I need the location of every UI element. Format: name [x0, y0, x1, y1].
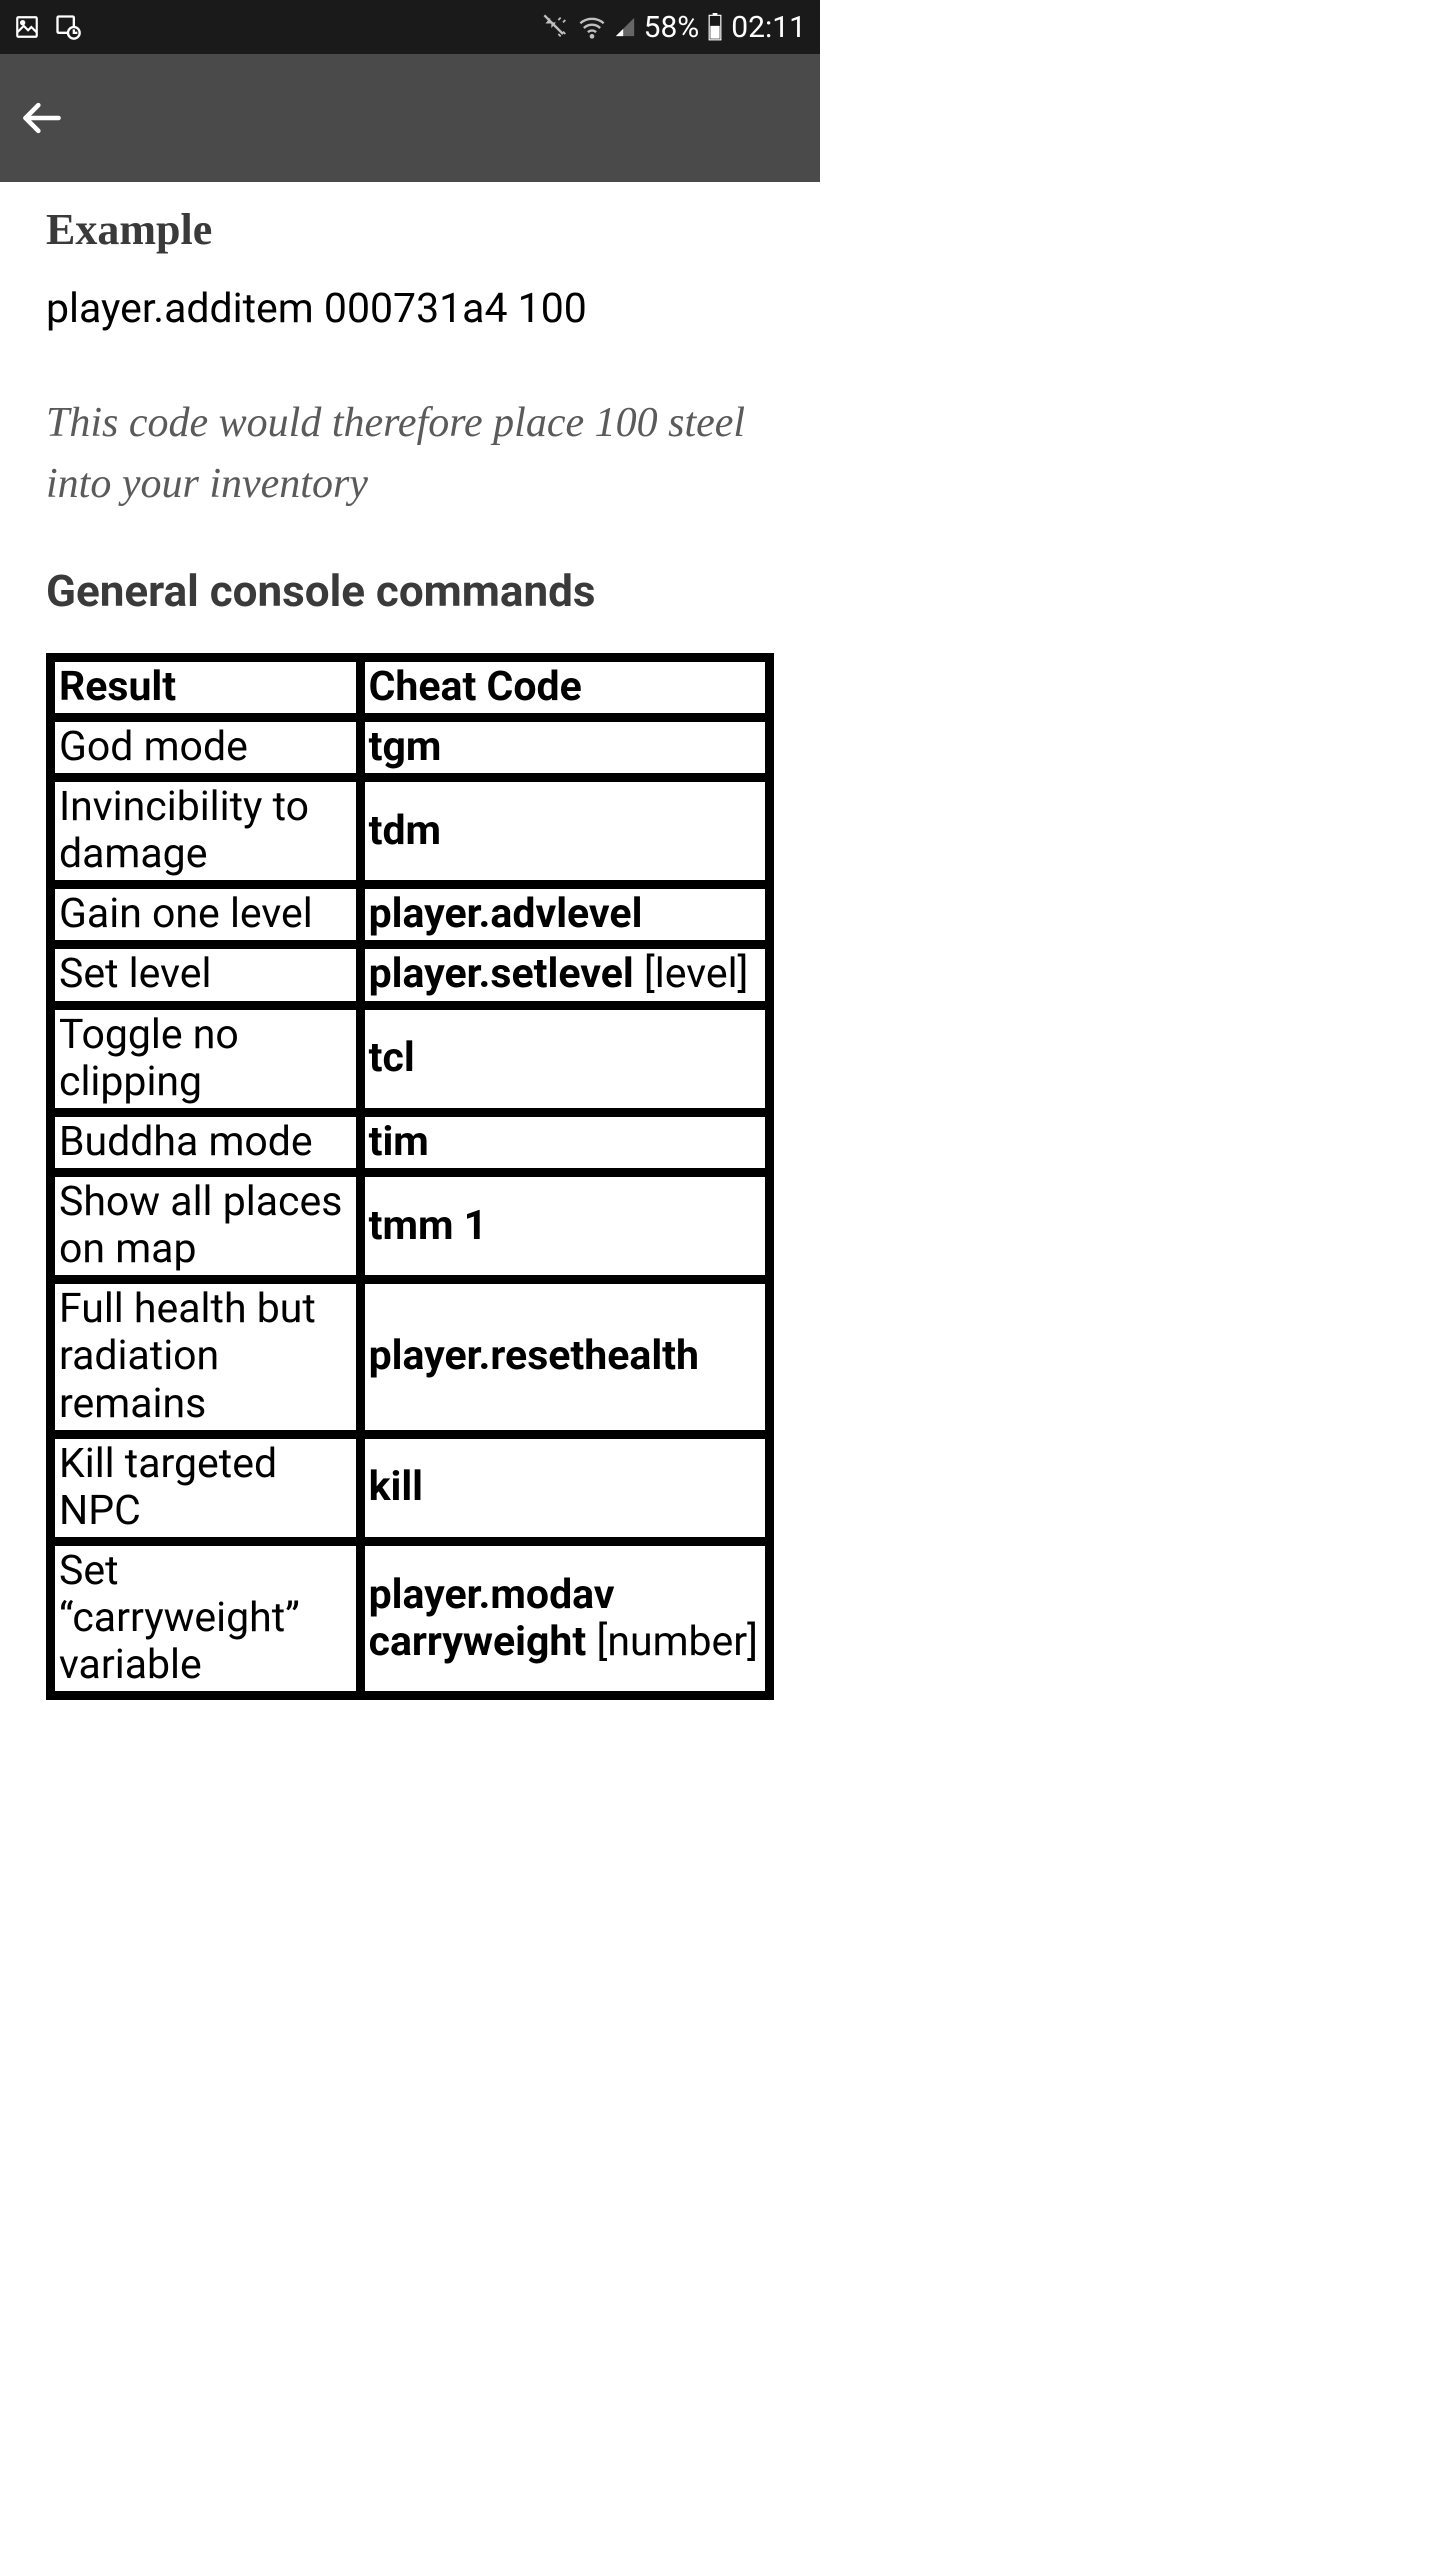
- table-row: Show all places on maptmm 1: [52, 1174, 768, 1278]
- example-heading: Example: [46, 204, 774, 255]
- result-cell: Kill targeted NPC: [52, 1436, 359, 1540]
- vibrate-icon: [542, 13, 570, 41]
- cheat-code-bold: player.modav carryweight: [369, 1571, 615, 1666]
- result-cell: Buddha mode: [52, 1114, 359, 1171]
- result-cell: Show all places on map: [52, 1174, 359, 1278]
- table-row: Gain one levelplayer.advlevel: [52, 886, 768, 943]
- result-cell: Set “carryweight” variable: [52, 1543, 359, 1694]
- cheat-cell: player.advlevel: [362, 886, 768, 943]
- table-row: God modetgm: [52, 719, 768, 776]
- cheat-code-bold: tmm 1: [369, 1202, 488, 1250]
- table-row: Invincibility to damagetdm: [52, 779, 768, 883]
- cheat-code-bold: player.setlevel: [369, 950, 634, 998]
- cheat-code-param: [number]: [586, 1618, 758, 1666]
- wifi-icon: [578, 13, 606, 41]
- result-cell: Full health but radiation remains: [52, 1281, 359, 1432]
- example-code: player.additem 000731a4 100: [46, 285, 774, 333]
- table-row: Kill targeted NPCkill: [52, 1436, 768, 1540]
- table-row: Set “carryweight” variableplayer.modav c…: [52, 1543, 768, 1694]
- cheat-code-bold: player.advlevel: [369, 890, 643, 938]
- status-left: [14, 13, 82, 41]
- table-row: Set levelplayer.setlevel [level]: [52, 946, 768, 1003]
- cheat-cell: tgm: [362, 719, 768, 776]
- cheat-cell: tdm: [362, 779, 768, 883]
- gallery-icon: [14, 14, 40, 40]
- cheat-code-bold: tcl: [369, 1034, 415, 1082]
- cheat-cell: tmm 1: [362, 1174, 768, 1278]
- cheat-code-bold: kill: [369, 1463, 423, 1511]
- cheat-cell: tim: [362, 1114, 768, 1171]
- battery-text: 58%: [644, 10, 700, 45]
- status-right: 58% 02:11: [542, 10, 806, 45]
- table-row: Buddha modetim: [52, 1114, 768, 1171]
- cheat-code-bold: tgm: [369, 723, 442, 771]
- header-result: Result: [52, 659, 359, 716]
- table-header-row: Result Cheat Code: [52, 659, 768, 716]
- cheat-cell: player.resethealth: [362, 1281, 768, 1432]
- screenshot-icon: [54, 13, 82, 41]
- table-row: Full health but radiation remainsplayer.…: [52, 1281, 768, 1432]
- cheat-cell: tcl: [362, 1007, 768, 1111]
- app-bar: [0, 54, 820, 182]
- cheat-cell: kill: [362, 1436, 768, 1540]
- cheat-cell: player.setlevel [level]: [362, 946, 768, 1003]
- commands-table: Result Cheat Code God modetgmInvincibili…: [46, 653, 774, 1701]
- battery-icon: [707, 13, 723, 41]
- example-description: This code would therefore place 100 stee…: [46, 393, 774, 515]
- cheat-code-bold: player.resethealth: [369, 1332, 699, 1380]
- cheat-code-bold: tim: [369, 1118, 429, 1166]
- result-cell: Invincibility to damage: [52, 779, 359, 883]
- result-cell: God mode: [52, 719, 359, 776]
- cheat-code-bold: tdm: [369, 807, 441, 855]
- section-heading: General console commands: [46, 565, 774, 617]
- cheat-cell: player.modav carryweight [number]: [362, 1543, 768, 1694]
- cheat-code-param: [level]: [634, 950, 749, 998]
- content-area[interactable]: Example player.additem 000731a4 100 This…: [0, 182, 820, 1700]
- result-cell: Gain one level: [52, 886, 359, 943]
- signal-icon: [614, 16, 636, 38]
- status-bar: 58% 02:11: [0, 0, 820, 54]
- result-cell: Toggle no clipping: [52, 1007, 359, 1111]
- table-row: Toggle no clippingtcl: [52, 1007, 768, 1111]
- result-cell: Set level: [52, 946, 359, 1003]
- header-cheat: Cheat Code: [362, 659, 768, 716]
- back-button[interactable]: [20, 96, 64, 140]
- time-text: 02:11: [731, 10, 806, 45]
